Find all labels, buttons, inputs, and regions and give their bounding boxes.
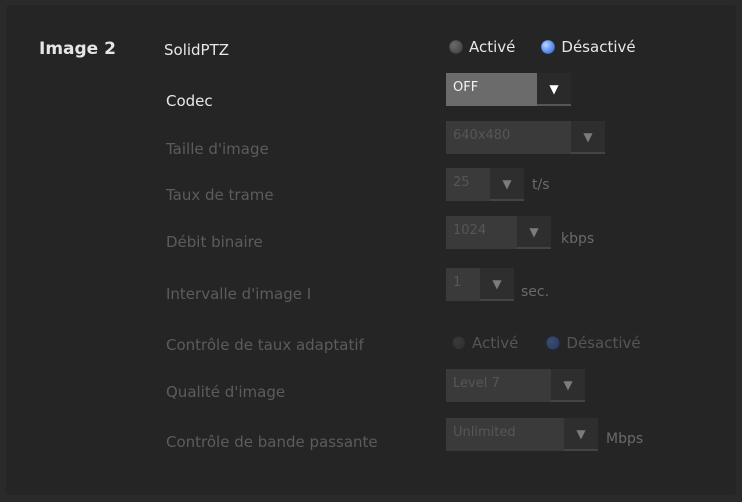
chevron-down-icon[interactable]: ▼ bbox=[517, 216, 551, 249]
bitrate-select-value[interactable]: 1024 bbox=[446, 216, 517, 249]
bandwidth-select[interactable]: Unlimited ▼ bbox=[446, 418, 598, 451]
section-title: Image 2 bbox=[39, 39, 116, 59]
solidptz-label: SolidPTZ bbox=[164, 41, 230, 59]
chevron-down-icon[interactable]: ▼ bbox=[537, 73, 571, 106]
adaptive-rate-deactivate-option[interactable]: Désactivé bbox=[546, 334, 641, 352]
chevron-down-icon[interactable]: ▼ bbox=[490, 168, 524, 201]
image-quality-select[interactable]: Level 7 ▼ bbox=[446, 369, 585, 402]
chevron-down-icon[interactable]: ▼ bbox=[564, 418, 598, 451]
bitrate-label: Débit binaire bbox=[166, 233, 263, 251]
adaptive-rate-activate-label: Activé bbox=[472, 334, 519, 352]
solidptz-activate-label: Activé bbox=[469, 38, 516, 56]
codec-select-value[interactable]: OFF bbox=[446, 73, 537, 106]
frame-rate-unit: t/s bbox=[532, 177, 550, 193]
solidptz-activate-radio[interactable] bbox=[449, 40, 463, 54]
i-frame-interval-label: Intervalle d'image I bbox=[166, 285, 312, 303]
bandwidth-select-value[interactable]: Unlimited bbox=[446, 418, 564, 451]
frame-rate-select-value[interactable]: 25 bbox=[446, 168, 490, 201]
bitrate-unit: kbps bbox=[561, 231, 595, 247]
image-size-select-value[interactable]: 640x480 bbox=[446, 121, 571, 154]
solidptz-deactivate-radio[interactable] bbox=[541, 40, 556, 54]
adaptive-rate-activate-radio[interactable] bbox=[452, 336, 466, 350]
image-quality-label: Qualité d'image bbox=[166, 383, 286, 401]
image-size-label: Taille d'image bbox=[166, 140, 269, 158]
bandwidth-label: Contrôle de bande passante bbox=[166, 433, 378, 451]
frame-rate-label: Taux de trame bbox=[166, 186, 274, 204]
bandwidth-unit: Mbps bbox=[606, 431, 644, 447]
i-frame-interval-select-value[interactable]: 1 bbox=[446, 268, 480, 301]
adaptive-rate-deactivate-label: Désactivé bbox=[566, 334, 641, 352]
chevron-down-icon[interactable]: ▼ bbox=[480, 268, 514, 301]
bitrate-select[interactable]: 1024 ▼ bbox=[446, 216, 551, 249]
chevron-down-icon[interactable]: ▼ bbox=[571, 121, 605, 154]
i-frame-interval-unit: sec. bbox=[521, 284, 550, 300]
solidptz-deactivate-label: Désactivé bbox=[561, 38, 636, 56]
solidptz-deactivate-option[interactable]: Désactivé bbox=[541, 38, 636, 56]
settings-panel: Image 2 SolidPTZ Activé Désactivé Codec … bbox=[6, 5, 736, 495]
i-frame-interval-select[interactable]: 1 ▼ bbox=[446, 268, 514, 301]
image-quality-select-value[interactable]: Level 7 bbox=[446, 369, 551, 402]
solidptz-activate-option[interactable]: Activé bbox=[449, 38, 515, 56]
solidptz-radio-group: Activé Désactivé bbox=[449, 38, 636, 56]
adaptive-rate-label: Contrôle de taux adaptatif bbox=[166, 336, 364, 354]
codec-select[interactable]: OFF ▼ bbox=[446, 73, 571, 106]
adaptive-rate-activate-option[interactable]: Activé bbox=[452, 334, 518, 352]
frame-rate-select[interactable]: 25 ▼ bbox=[446, 168, 524, 201]
codec-label: Codec bbox=[166, 92, 213, 110]
image-size-select[interactable]: 640x480 ▼ bbox=[446, 121, 605, 154]
adaptive-rate-deactivate-radio[interactable] bbox=[546, 336, 561, 350]
chevron-down-icon[interactable]: ▼ bbox=[551, 369, 585, 402]
adaptive-rate-radio-group: Activé Désactivé bbox=[452, 334, 641, 352]
